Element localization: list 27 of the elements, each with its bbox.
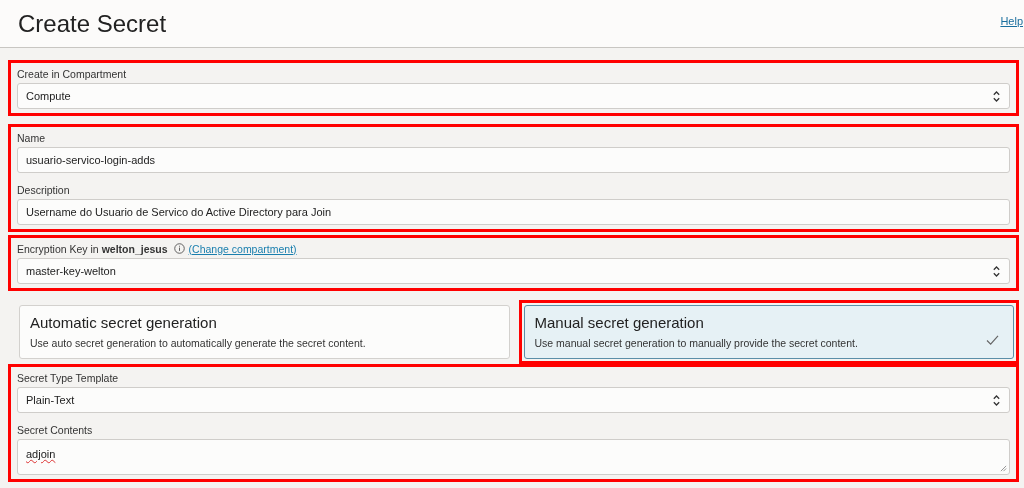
chevron-updown-icon xyxy=(992,264,1001,278)
checkmark-icon xyxy=(986,335,999,346)
input-field[interactable]: usuario-servico-login-adds xyxy=(17,147,1010,173)
field-label: Secret Type Template xyxy=(17,371,119,384)
input-field[interactable]: Username do Usuario de Servico do Active Directory para Join xyxy=(17,199,1010,225)
field-label: Secret Contents xyxy=(17,423,93,436)
option-card[interactable]: Manual secret generation Use manual secret generation to manually provide the secret content. xyxy=(523,305,1014,359)
option-card[interactable]: Automatic secret generation Use auto secret generation to automatically generate the secret content. xyxy=(19,305,510,359)
chevron-updown-icon xyxy=(992,393,1001,407)
field-label: Description xyxy=(17,183,70,196)
change-compartment-link[interactable]: (Change compartment) xyxy=(188,242,297,255)
chevron-updown-icon xyxy=(992,89,1001,103)
field-label: Create in Compartment xyxy=(17,67,127,80)
text-area[interactable]: adjoin xyxy=(17,439,1010,475)
page-title: Create Secret xyxy=(18,9,167,38)
select-field[interactable]: master-key-welton xyxy=(17,258,1010,284)
field-label: Encryption Key in welton_jesus xyxy=(17,242,168,255)
info-icon[interactable] xyxy=(173,243,185,254)
option-title: Manual secret generation xyxy=(534,314,705,331)
option-description: Use auto secret generation to automatically generate the secret content. xyxy=(30,337,366,349)
help-link[interactable]: Help xyxy=(1000,15,1023,27)
option-title: Automatic secret generation xyxy=(30,314,218,331)
option-description: Use manual secret generation to manually provide the secret content. xyxy=(534,337,858,349)
field-label: Name xyxy=(17,131,45,144)
select-field[interactable]: Compute xyxy=(17,83,1010,109)
resize-grip-icon xyxy=(1000,465,1007,472)
select-field[interactable]: Plain-Text xyxy=(17,387,1010,413)
